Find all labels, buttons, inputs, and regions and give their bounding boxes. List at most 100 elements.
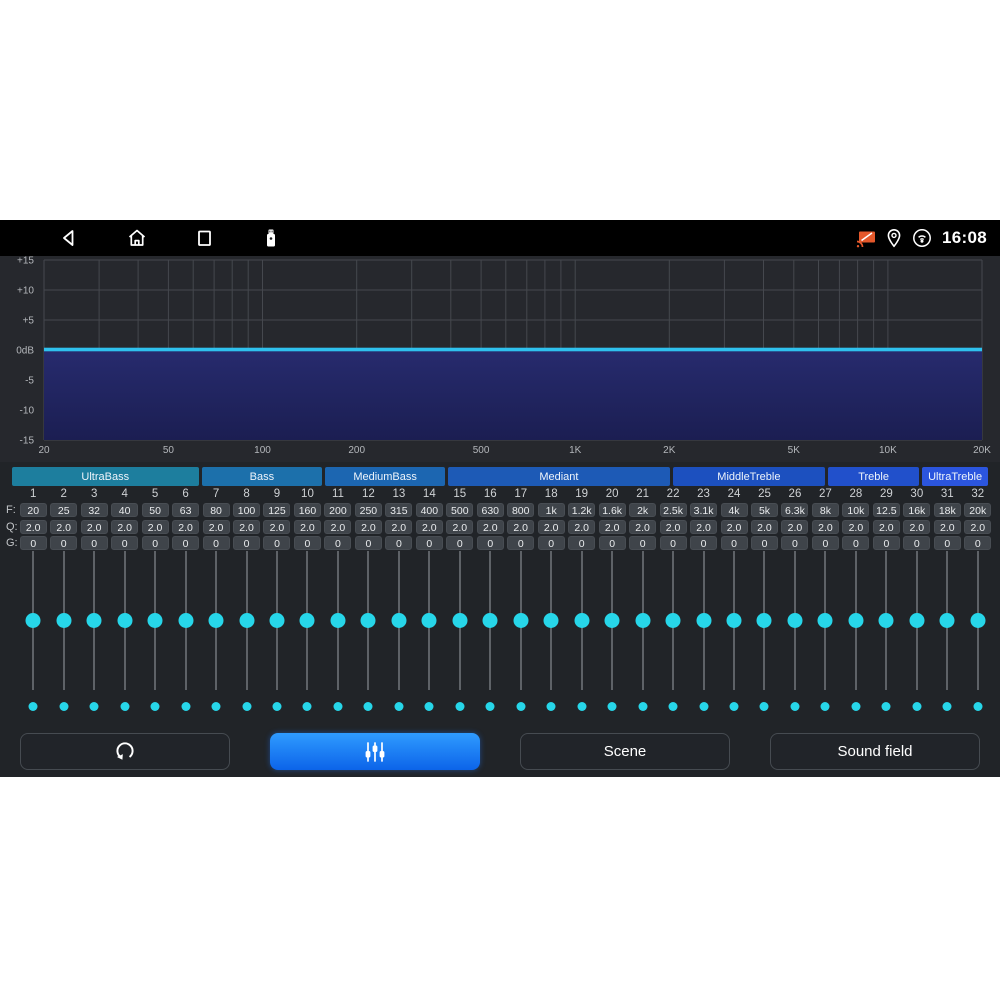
- band-group-mediant[interactable]: Mediant: [448, 467, 670, 486]
- band-group-ultratreble[interactable]: UltraTreble: [922, 467, 988, 486]
- freq-chip[interactable]: 1.6k: [599, 503, 626, 517]
- slider-thumb[interactable]: [605, 613, 620, 628]
- freq-chip[interactable]: 100: [233, 503, 260, 517]
- freq-chip[interactable]: 630: [477, 503, 504, 517]
- band-slider[interactable]: [871, 551, 901, 716]
- slider-thumb[interactable]: [117, 613, 132, 628]
- slider-thumb[interactable]: [970, 613, 985, 628]
- gain-chip[interactable]: 0: [629, 536, 656, 550]
- slider-thumb[interactable]: [330, 613, 345, 628]
- band-slider[interactable]: [780, 551, 810, 716]
- q-chip[interactable]: 2.0: [629, 520, 656, 534]
- gain-chip[interactable]: 0: [507, 536, 534, 550]
- freq-chip[interactable]: 400: [416, 503, 443, 517]
- freq-chip[interactable]: 5k: [751, 503, 778, 517]
- slider-thumb[interactable]: [940, 613, 955, 628]
- gain-chip[interactable]: 0: [294, 536, 321, 550]
- back-icon[interactable]: [58, 226, 82, 250]
- gain-chip[interactable]: 0: [416, 536, 443, 550]
- band-slider[interactable]: [201, 551, 231, 716]
- band-slider[interactable]: [414, 551, 444, 716]
- q-chip[interactable]: 2.0: [964, 520, 991, 534]
- band-slider[interactable]: [353, 551, 383, 716]
- band-slider[interactable]: [445, 551, 475, 716]
- gain-chip[interactable]: 0: [751, 536, 778, 550]
- gain-chip[interactable]: 0: [812, 536, 839, 550]
- gain-chip[interactable]: 0: [385, 536, 412, 550]
- equalizer-tab-button[interactable]: [270, 733, 480, 770]
- slider-thumb[interactable]: [391, 613, 406, 628]
- slider-thumb[interactable]: [300, 613, 315, 628]
- freq-chip[interactable]: 4k: [721, 503, 748, 517]
- slider-thumb[interactable]: [361, 613, 376, 628]
- slider-thumb[interactable]: [239, 613, 254, 628]
- q-chip[interactable]: 2.0: [568, 520, 595, 534]
- slider-thumb[interactable]: [56, 613, 71, 628]
- band-slider[interactable]: [963, 551, 993, 716]
- band-group-bass[interactable]: Bass: [202, 467, 323, 486]
- gain-chip[interactable]: 0: [111, 536, 138, 550]
- slider-thumb[interactable]: [635, 613, 650, 628]
- sound-field-button[interactable]: Sound field: [770, 733, 980, 770]
- band-group-middletreble[interactable]: MiddleTreble: [673, 467, 825, 486]
- band-slider[interactable]: [566, 551, 596, 716]
- slider-thumb[interactable]: [209, 613, 224, 628]
- band-slider[interactable]: [262, 551, 292, 716]
- freq-chip[interactable]: 8k: [812, 503, 839, 517]
- slider-thumb[interactable]: [148, 613, 163, 628]
- slider-thumb[interactable]: [848, 613, 863, 628]
- freq-chip[interactable]: 800: [507, 503, 534, 517]
- band-slider[interactable]: [231, 551, 261, 716]
- q-chip[interactable]: 2.0: [294, 520, 321, 534]
- eq-curve-plot[interactable]: +15+10+50dB-5-10-1520501002005001K2K5K10…: [0, 256, 1000, 462]
- band-slider[interactable]: [18, 551, 48, 716]
- freq-chip[interactable]: 18k: [934, 503, 961, 517]
- freq-chip[interactable]: 125: [263, 503, 290, 517]
- home-icon[interactable]: [125, 226, 149, 250]
- band-slider[interactable]: [658, 551, 688, 716]
- q-chip[interactable]: 2.0: [934, 520, 961, 534]
- q-chip[interactable]: 2.0: [50, 520, 77, 534]
- gain-chip[interactable]: 0: [599, 536, 626, 550]
- q-chip[interactable]: 2.0: [20, 520, 47, 534]
- gain-chip[interactable]: 0: [903, 536, 930, 550]
- q-chip[interactable]: 2.0: [477, 520, 504, 534]
- q-chip[interactable]: 2.0: [416, 520, 443, 534]
- freq-chip[interactable]: 50: [142, 503, 169, 517]
- freq-chip[interactable]: 1k: [538, 503, 565, 517]
- freq-chip[interactable]: 20k: [964, 503, 991, 517]
- slider-thumb[interactable]: [757, 613, 772, 628]
- band-slider[interactable]: [79, 551, 109, 716]
- freq-chip[interactable]: 20: [20, 503, 47, 517]
- eq-response-graph[interactable]: +15+10+50dB-5-10-1520501002005001K2K5K10…: [0, 256, 1000, 462]
- gain-chip[interactable]: 0: [964, 536, 991, 550]
- band-slider[interactable]: [902, 551, 932, 716]
- gain-chip[interactable]: 0: [263, 536, 290, 550]
- freq-chip[interactable]: 10k: [842, 503, 869, 517]
- freq-chip[interactable]: 63: [172, 503, 199, 517]
- freq-chip[interactable]: 315: [385, 503, 412, 517]
- slider-thumb[interactable]: [787, 613, 802, 628]
- band-slider[interactable]: [841, 551, 871, 716]
- slider-thumb[interactable]: [422, 613, 437, 628]
- slider-thumb[interactable]: [513, 613, 528, 628]
- q-chip[interactable]: 2.0: [599, 520, 626, 534]
- band-slider[interactable]: [932, 551, 962, 716]
- slider-thumb[interactable]: [178, 613, 193, 628]
- gain-chip[interactable]: 0: [842, 536, 869, 550]
- gain-chip[interactable]: 0: [81, 536, 108, 550]
- q-chip[interactable]: 2.0: [446, 520, 473, 534]
- q-chip[interactable]: 2.0: [203, 520, 230, 534]
- gain-chip[interactable]: 0: [20, 536, 47, 550]
- gain-chip[interactable]: 0: [233, 536, 260, 550]
- q-chip[interactable]: 2.0: [507, 520, 534, 534]
- band-slider[interactable]: [292, 551, 322, 716]
- gain-chip[interactable]: 0: [538, 536, 565, 550]
- freq-chip[interactable]: 200: [324, 503, 351, 517]
- freq-chip[interactable]: 2.5k: [660, 503, 687, 517]
- gain-chip[interactable]: 0: [142, 536, 169, 550]
- band-group-ultrabass[interactable]: UltraBass: [12, 467, 199, 486]
- reset-button[interactable]: [20, 733, 230, 770]
- band-slider[interactable]: [749, 551, 779, 716]
- gain-chip[interactable]: 0: [934, 536, 961, 550]
